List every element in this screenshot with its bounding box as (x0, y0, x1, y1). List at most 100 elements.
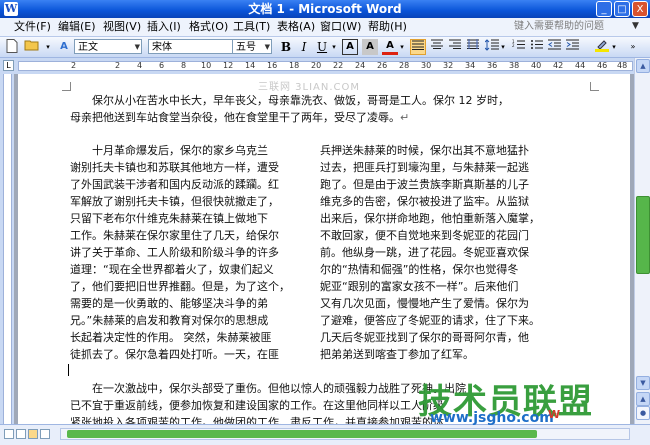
crop-mark (590, 82, 599, 91)
align-center-icon[interactable] (429, 39, 445, 55)
ruler-number: 30 (421, 61, 432, 70)
print-layout-view-icon[interactable] (28, 429, 38, 439)
toolbar-options-icon[interactable]: ▾ (44, 39, 52, 55)
align-justify-icon[interactable] (410, 39, 426, 55)
right-column: 兵押送朱赫莱的时候，保尔出其不意地猛扑 过去，把匪兵打到壕沟里，与朱赫莱一起逃 … (320, 142, 564, 363)
underline-dropdown-icon[interactable]: ▾ (330, 39, 338, 55)
bullets-icon[interactable] (528, 39, 544, 55)
char-shading-button[interactable]: A (362, 39, 378, 55)
title-bar: W 文档 1 - Microsoft Word _ □ X (0, 0, 650, 18)
font-size-value: 五号 (236, 42, 256, 53)
menu-help[interactable]: 帮助(H) (368, 18, 407, 36)
new-document-icon[interactable] (4, 39, 20, 55)
ruler-number: 10 (201, 61, 212, 70)
menu-table[interactable]: 表格(A) (277, 18, 315, 36)
help-search-input[interactable]: 键入需要帮助的问题 (514, 20, 604, 34)
column-line: 军解放了谢别托夫卡镇，但很快就撤走了， (70, 195, 279, 208)
font-color-button[interactable]: A (382, 39, 398, 55)
ruler-number: 18 (289, 61, 300, 70)
outline-view-icon[interactable] (40, 429, 50, 439)
column-line: 讲了关于革命、工人阶级和阶级斗争的许多 (70, 246, 279, 259)
watermark-3lian: 三联网 3LIAN.COM (258, 82, 361, 93)
chevron-down-icon: ▼ (134, 43, 140, 51)
ruler-number: 12 (223, 61, 234, 70)
ruler-number: 34 (465, 61, 476, 70)
column-line: 又有几次见面，慢慢地产生了爱情。保尔为 (320, 297, 529, 310)
font-size-select[interactable]: 五号 ▼ (232, 39, 272, 54)
char-border-button[interactable]: A (342, 39, 358, 55)
column-line: 跑了。但是由于波兰贵族李斯真斯基的儿子 (320, 178, 529, 191)
menu-edit[interactable]: 编辑(E) (58, 18, 96, 36)
previous-page-icon[interactable]: ▲ (636, 392, 650, 406)
decrease-indent-icon[interactable] (546, 39, 562, 55)
help-dropdown-icon[interactable]: ▼ (632, 21, 639, 31)
close-button[interactable]: X (632, 1, 648, 17)
window-title: 文档 1 - Microsoft Word (248, 2, 402, 16)
word-badge-icon: W (548, 408, 561, 421)
ruler-number: 40 (531, 61, 542, 70)
highlight-dropdown-icon[interactable]: ▾ (610, 39, 618, 55)
ruler-number: 16 (267, 61, 278, 70)
scroll-thumb[interactable] (636, 196, 650, 274)
italic-button[interactable]: I (296, 39, 312, 55)
vertical-scrollbar[interactable]: ▲ ▼ ▲ ● (634, 58, 650, 424)
tab-selector[interactable]: L (3, 60, 14, 71)
column-line: 几天后冬妮亚找到了保尔的哥哥阿尔青，他 (320, 331, 529, 344)
underline-button[interactable]: U (314, 39, 330, 55)
open-folder-icon[interactable] (24, 39, 40, 55)
column-line: 长起着决定性的作用。 突然，朱赫莱被匪 (70, 331, 272, 344)
column-line: 兄。”朱赫莱的启发和教育对保尔的思想成 (70, 314, 269, 327)
ruler-number: 4 (137, 61, 143, 70)
menu-view[interactable]: 视图(V) (103, 18, 141, 36)
distributed-align-icon[interactable] (465, 39, 481, 55)
menu-format[interactable]: 格式(O) (189, 18, 228, 36)
ruler-number: 46 (597, 61, 608, 70)
highlight-icon[interactable] (594, 39, 610, 55)
increase-indent-icon[interactable] (564, 39, 580, 55)
horizontal-ruler[interactable]: 2 2 4 6 8 10 12 14 16 18 20 22 24 26 28 … (18, 61, 633, 71)
column-line: 徒抓去了。保尔急着四处打听。一天，在匪 (70, 348, 279, 361)
font-color-dropdown-icon[interactable]: ▾ (398, 39, 406, 55)
ruler-number: 28 (399, 61, 410, 70)
numbering-icon[interactable]: 12 (510, 39, 526, 55)
toolbar-more-icon[interactable]: » (626, 39, 640, 55)
browse-object-icon[interactable]: ● (636, 406, 650, 420)
left-column: 十月革命爆发后，保尔的家乡乌克兰 谢别托夫卡镇也和苏联其他地方一样，遭受 了外国… (70, 142, 302, 363)
ruler-number: 24 (355, 61, 366, 70)
horizontal-scrollbar[interactable] (60, 428, 630, 440)
menu-tools[interactable]: 工具(T) (233, 18, 270, 36)
menu-bar: 文件(F) 编辑(E) 视图(V) 插入(I) 格式(O) 工具(T) 表格(A… (0, 18, 650, 37)
scroll-up-icon[interactable]: ▲ (636, 59, 650, 73)
ruler-number: 2 (115, 61, 121, 70)
scroll-down-icon[interactable]: ▼ (636, 376, 650, 390)
styles-pane-icon[interactable]: A (56, 39, 72, 55)
formatting-toolbar: ▾ A 正文 ▼ 宋体 ▼ 五号 ▼ B I U ▾ A A A ▾ ▾ 12 ▾ (0, 37, 650, 58)
column-line: 过去，把匪兵打到壕沟里，与朱赫莱一起逃 (320, 161, 529, 174)
ruler-number: 32 (443, 61, 454, 70)
intro-line-end: 母亲把他送到车站食堂当杂役，他在食堂里干了两年，受尽了凌辱。↵ (70, 109, 600, 126)
menu-insert[interactable]: 插入(I) (147, 18, 181, 36)
line-spacing-dropdown-icon[interactable]: ▾ (499, 39, 507, 55)
minimize-button[interactable]: _ (596, 1, 612, 17)
ruler-number: 20 (311, 61, 322, 70)
style-select[interactable]: 正文 ▼ (74, 39, 142, 54)
maximize-button[interactable]: □ (614, 1, 630, 17)
web-layout-view-icon[interactable] (16, 429, 26, 439)
menu-window[interactable]: 窗口(W) (320, 18, 361, 36)
menu-file[interactable]: 文件(F) (14, 18, 51, 36)
normal-view-icon[interactable] (4, 429, 14, 439)
horizontal-scroll-thumb[interactable] (67, 430, 537, 438)
status-bar (0, 424, 650, 445)
column-line: 尔的“热情和倔强”的性格，保尔也觉得冬 (320, 263, 519, 276)
line-spacing-icon[interactable] (484, 39, 500, 55)
intro-line: 保尔从小在苦水中长大，早年丧父，母亲靠洗衣、做饭，哥哥是工人。保尔 12 岁时， (92, 94, 509, 107)
ruler-number: 48 (617, 61, 628, 70)
align-right-icon[interactable] (447, 39, 463, 55)
vertical-ruler[interactable] (0, 74, 14, 424)
bold-button[interactable]: B (278, 39, 294, 55)
crop-mark (62, 82, 71, 91)
ruler-number: 26 (377, 61, 388, 70)
ruler-number: 8 (181, 61, 187, 70)
document-page[interactable]: 保尔从小在苦水中长大，早年丧父，母亲靠洗衣、做饭，哥哥是工人。保尔 12 岁时，… (18, 74, 630, 424)
ruler-number: 6 (159, 61, 165, 70)
